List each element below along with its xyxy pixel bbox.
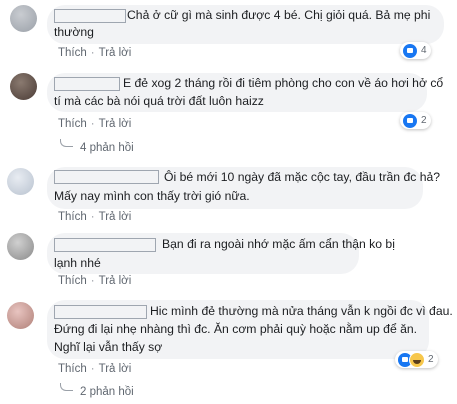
like-link[interactable]: Thích <box>58 363 87 375</box>
reply-link[interactable]: Trả lời <box>99 47 132 59</box>
comment-text-line: Mấy nay mình con thấy trời gió nữa. <box>54 189 250 203</box>
redacted-name <box>54 170 159 184</box>
comment-text-line: Ôi bé mới 10 ngày đã mặc cộc tay, đầu tr… <box>164 170 441 184</box>
reply-link[interactable]: Trả lời <box>99 275 132 287</box>
haha-icon <box>409 351 425 368</box>
reply-link[interactable]: Trả lời <box>99 211 132 223</box>
reaction-summary[interactable]: 4 <box>400 42 431 59</box>
avatar[interactable] <box>10 5 37 32</box>
view-replies-link[interactable]: 4 phản hồi <box>80 142 134 154</box>
reply-link[interactable]: Trả lời <box>99 363 132 375</box>
comment-text-line: Chả ở cữ gì mà sinh được 4 bé. Chị giỏi … <box>127 8 431 22</box>
reaction-count: 2 <box>421 115 427 126</box>
view-replies-link[interactable]: 2 phản hồi <box>80 386 134 398</box>
like-link[interactable]: Thích <box>58 211 87 223</box>
like-icon <box>402 42 418 59</box>
avatar[interactable] <box>7 168 34 195</box>
comment-text-line: tí mà các bà nói quá trời đất luôn haizz <box>54 94 264 108</box>
redacted-name <box>54 238 156 252</box>
like-link[interactable]: Thích <box>58 47 87 59</box>
reaction-count: 4 <box>421 45 427 56</box>
avatar[interactable] <box>7 302 34 329</box>
comment-text-line: lạnh nhé <box>54 256 101 270</box>
comment-actions: Thích · Trả lời <box>58 47 131 59</box>
like-icon <box>402 112 418 129</box>
comment-actions: Thích · Trả lời <box>58 118 131 130</box>
comment-actions: Thích · Trả lời <box>58 363 131 375</box>
comment-text-line: thường <box>54 25 94 39</box>
like-link[interactable]: Thích <box>58 118 87 130</box>
comment-actions: Thích · Trả lời <box>58 211 131 223</box>
separator: · <box>90 275 95 287</box>
reply-arrow-icon <box>60 139 73 147</box>
comment-actions: Thích · Trả lời <box>58 275 131 287</box>
separator: · <box>90 118 95 130</box>
separator: · <box>90 47 95 59</box>
comment-text-line: Hic mình đẻ thường mà nửa tháng vẫn k ng… <box>150 304 453 318</box>
reaction-summary[interactable]: 2 <box>395 351 438 368</box>
comment-text-line: Nghĩ lại vẫn thấy sợ <box>54 340 163 354</box>
redacted-name <box>54 305 147 319</box>
comment-text-line: Bạn đi ra ngoài nhớ mặc ấm cẩn thận ko b… <box>162 237 395 251</box>
reply-arrow-icon <box>60 383 73 391</box>
separator: · <box>90 363 95 375</box>
comment-text-line: E đẻ xog 2 tháng rồi đi tiêm phòng cho c… <box>123 76 444 90</box>
redacted-name <box>54 77 120 91</box>
reply-link[interactable]: Trả lời <box>99 118 132 130</box>
reaction-summary[interactable]: 2 <box>400 112 431 129</box>
avatar[interactable] <box>7 233 34 260</box>
comment-text-line: Đứng đi lại nhẹ nhàng thì đc. Ăn cơm phả… <box>54 322 418 336</box>
redacted-name <box>54 9 126 23</box>
separator: · <box>90 211 95 223</box>
avatar[interactable] <box>10 73 37 100</box>
like-link[interactable]: Thích <box>58 275 87 287</box>
reaction-count: 2 <box>428 354 434 365</box>
